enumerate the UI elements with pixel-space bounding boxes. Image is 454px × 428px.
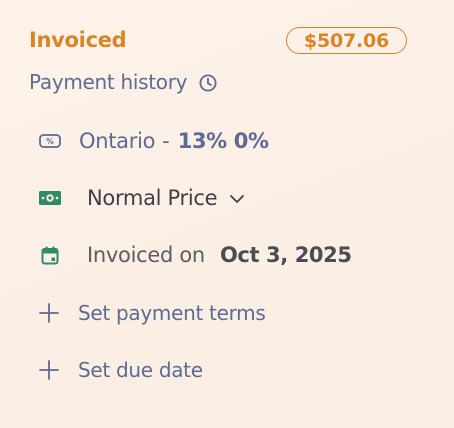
tax-row[interactable]: % Ontario - 13% 0% <box>38 129 269 153</box>
tax-rates: 13% 0% <box>177 129 269 153</box>
invoiced-on-date: Oct 3, 2025 <box>219 243 352 267</box>
set-due-date-label: Set due date <box>78 358 203 382</box>
percent-tag-icon: % <box>38 129 62 153</box>
status-label: Invoiced <box>29 28 127 52</box>
invoiced-on-row[interactable]: Invoiced on Oct 3, 2025 <box>38 243 352 267</box>
calendar-icon <box>38 243 62 267</box>
set-payment-terms-button[interactable]: Set payment terms <box>38 301 266 325</box>
amount-badge: $507.06 <box>286 27 407 54</box>
chevron-down-icon <box>230 195 245 203</box>
price-list-select[interactable]: Normal Price <box>38 186 245 210</box>
clock-icon <box>199 74 217 91</box>
plus-icon <box>39 303 59 323</box>
payment-history-link[interactable]: Payment history <box>29 70 217 94</box>
set-due-date-button[interactable]: Set due date <box>38 358 203 382</box>
price-list-label: Normal Price <box>87 186 218 210</box>
plus-icon <box>39 360 59 380</box>
svg-text:%: % <box>46 137 54 146</box>
set-payment-terms-label: Set payment terms <box>78 301 266 325</box>
invoiced-on-label: Invoiced on <box>87 243 205 267</box>
invoice-summary-panel: Invoiced $507.06 Payment history % Ontar… <box>0 0 454 428</box>
banknote-icon <box>38 186 62 210</box>
tax-separator: - <box>162 129 170 153</box>
tax-region: Ontario <box>79 129 156 153</box>
payment-history-label: Payment history <box>29 70 188 94</box>
